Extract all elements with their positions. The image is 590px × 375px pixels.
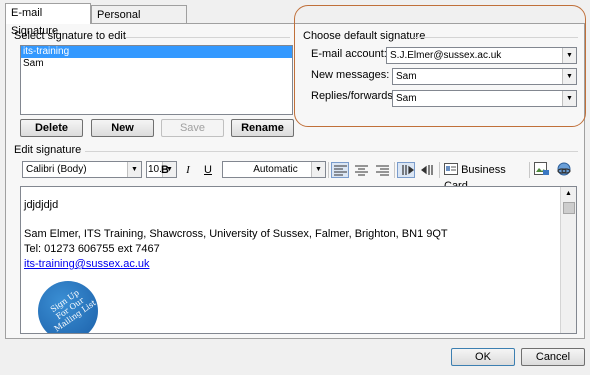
insert-hyperlink-button[interactable] xyxy=(555,162,573,178)
email-account-label: E-mail account: xyxy=(311,48,387,60)
business-card-button[interactable]: Business Card xyxy=(444,162,526,192)
email-account-value: S.J.Elmer@sussex.ac.uk xyxy=(390,50,502,61)
mailing-list-logo: Sign Up For Our Mailing List xyxy=(38,281,98,333)
scroll-up-arrow-icon[interactable]: ▲ xyxy=(561,187,576,201)
separator xyxy=(328,162,329,178)
signature-list[interactable]: its-training Sam xyxy=(20,45,293,115)
align-right-button[interactable] xyxy=(373,162,391,178)
email-account-select[interactable]: S.J.Elmer@sussex.ac.uk ▼ xyxy=(386,47,577,64)
new-messages-select[interactable]: Sam ▼ xyxy=(392,68,577,85)
font-select[interactable]: Calibri (Body) ▼ xyxy=(22,161,142,178)
insert-picture-button[interactable] xyxy=(533,162,551,178)
divider xyxy=(414,37,578,38)
new-button[interactable]: New xyxy=(91,119,154,137)
ltr-icon xyxy=(402,165,414,175)
delete-button[interactable]: Delete xyxy=(20,119,83,137)
signature-line: jdjdjdjd xyxy=(24,199,59,211)
align-center-button[interactable] xyxy=(352,162,370,178)
rename-button[interactable]: Rename xyxy=(231,119,294,137)
tab-personal-stationery[interactable]: Personal Stationery xyxy=(91,5,187,39)
divider xyxy=(125,37,290,38)
signature-email-link[interactable]: its-training@sussex.ac.uk xyxy=(24,258,150,270)
ok-button[interactable]: OK xyxy=(451,348,515,366)
dropdown-arrow-icon: ▼ xyxy=(311,162,325,177)
align-right-icon xyxy=(376,165,389,176)
separator xyxy=(394,162,395,178)
list-item[interactable]: Sam xyxy=(21,58,292,70)
font-color-select[interactable]: Automatic ▼ xyxy=(222,161,326,178)
divider xyxy=(85,151,578,152)
new-messages-value: Sam xyxy=(396,71,417,82)
insert-picture-icon xyxy=(534,162,549,175)
right-to-left-button[interactable] xyxy=(418,162,436,178)
dropdown-arrow-icon: ▼ xyxy=(127,162,141,177)
font-color-value: Automatic xyxy=(253,164,298,175)
bold-button[interactable]: B xyxy=(157,162,173,178)
signature-line: Tel: 01273 606755 ext 7467 xyxy=(24,243,160,255)
edit-signature-label: Edit signature xyxy=(14,144,82,156)
cancel-button[interactable]: Cancel xyxy=(521,348,585,366)
editor-scrollbar[interactable]: ▲ xyxy=(560,187,576,333)
tab-email-signature[interactable]: E-mail Signature xyxy=(5,3,91,37)
italic-button[interactable]: I xyxy=(180,162,196,178)
align-left-button[interactable] xyxy=(331,162,349,178)
replies-forwards-select[interactable]: Sam ▼ xyxy=(392,90,577,107)
business-card-icon xyxy=(444,163,458,175)
align-left-icon xyxy=(334,165,347,176)
signature-editor[interactable]: jdjdjdjd Sam Elmer, ITS Training, Shawcr… xyxy=(20,186,577,334)
insert-hyperlink-icon xyxy=(557,162,571,176)
list-item[interactable]: its-training xyxy=(21,46,292,58)
replies-forwards-label: Replies/forwards: xyxy=(311,90,396,102)
default-signature-highlight xyxy=(294,5,586,127)
separator xyxy=(529,162,530,178)
scroll-thumb[interactable] xyxy=(563,202,575,214)
separator xyxy=(439,162,440,178)
tab-email-signature-label: E-mail Signature xyxy=(11,7,59,37)
signature-line: Sam Elmer, ITS Training, Shawcross, Univ… xyxy=(24,228,448,240)
dropdown-arrow-icon: ▼ xyxy=(562,91,576,106)
underline-button[interactable]: U xyxy=(200,162,216,178)
dropdown-arrow-icon: ▼ xyxy=(562,69,576,84)
new-messages-label: New messages: xyxy=(311,69,390,81)
rtl-icon xyxy=(421,165,433,175)
align-center-icon xyxy=(355,165,368,176)
left-to-right-button[interactable] xyxy=(397,162,415,178)
save-button[interactable]: Save xyxy=(161,119,224,137)
replies-forwards-value: Sam xyxy=(396,93,417,104)
dropdown-arrow-icon: ▼ xyxy=(562,48,576,63)
default-signature-label: Choose default signature xyxy=(303,30,426,42)
font-value: Calibri (Body) xyxy=(26,164,87,175)
